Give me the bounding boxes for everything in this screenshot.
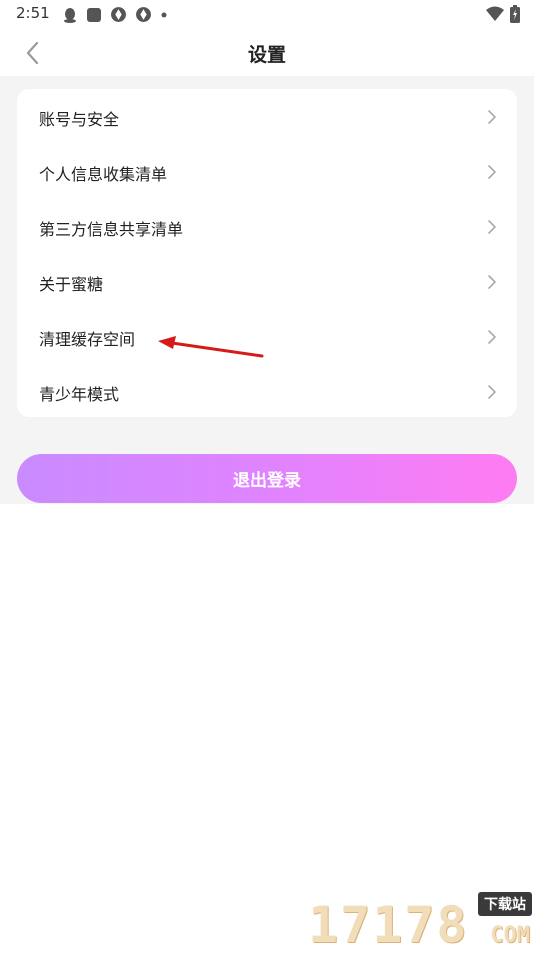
settings-item-label: 第三方信息共享清单 [39,220,184,239]
settings-item-label: 账号与安全 [39,110,120,129]
status-time: 2:51 [16,4,50,22]
settings-item-label: 个人信息收集清单 [39,165,168,184]
watermark-suffix: COM [490,923,530,948]
wifi-icon [486,6,504,21]
page-title: 设置 [247,44,286,66]
settings-item-teen-mode[interactable]: 青少年模式 [17,364,517,419]
qq-icon [64,7,76,23]
settings-item-about[interactable]: 关于蜜糖 [17,254,517,309]
settings-item-third-party-sharing-list[interactable]: 第三方信息共享清单 [17,199,517,254]
settings-item-label: 青少年模式 [39,385,120,404]
chevron-right-icon [488,220,496,234]
chevron-right-icon [488,330,496,344]
settings-card: 账号与安全 个人信息收集清单 第三方信息共享清单 关于蜜糖 清理缓存空间 青少年… [17,89,517,417]
chevron-right-icon [488,110,496,124]
logout-button[interactable]: 退出登录 [17,454,517,503]
dot-icon [161,12,167,17]
battery-charging-icon [510,5,520,23]
aperture-icon [111,7,126,22]
watermark-badge: 下载站 [478,892,532,916]
watermark-logo: 17178 下载站 COM [308,888,534,950]
chevron-right-icon [488,385,496,399]
status-bar: 2:51 [0,0,534,28]
chevron-right-icon [488,275,496,289]
app-square-icon [87,7,101,22]
annotation-arrow-icon [158,336,264,358]
watermark-digits: 17178 [308,896,469,954]
settings-item-label: 清理缓存空间 [39,330,136,349]
chevron-right-icon [488,165,496,179]
settings-item-account-security[interactable]: 账号与安全 [17,89,517,144]
settings-item-label: 关于蜜糖 [39,275,104,294]
status-notification-icons [62,6,168,23]
aperture-icon [136,7,151,22]
status-system-icons [486,5,520,23]
header-bar: 设置 [0,28,534,76]
settings-item-personal-info-list[interactable]: 个人信息收集清单 [17,144,517,199]
